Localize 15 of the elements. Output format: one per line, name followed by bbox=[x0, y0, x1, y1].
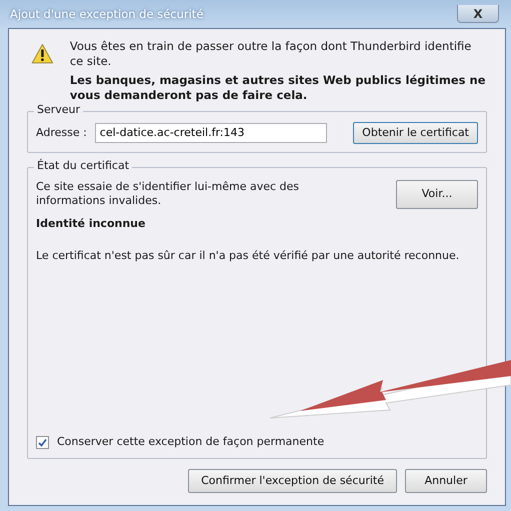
close-button[interactable]: X bbox=[457, 5, 499, 23]
confirm-button[interactable]: Confirmer l'exception de sécurité bbox=[188, 468, 397, 493]
window-title: Ajout d'une exception de sécurité bbox=[10, 6, 204, 22]
permanent-checkbox[interactable] bbox=[36, 436, 49, 450]
address-field[interactable]: cel-datice.ac-creteil.fr:143 bbox=[94, 122, 327, 144]
identity-title: Identité inconnue bbox=[36, 216, 146, 231]
warning-text: Les banques, magasins et autres sites Web publics légitimes ne vous demanderont pas de faire cela. bbox=[70, 72, 486, 103]
checkbox-label: Conserver cette exception de façon permanente bbox=[57, 435, 324, 450]
get-certificate-button[interactable]: Obtenir le certificat bbox=[353, 122, 478, 144]
message-text: Vous êtes en train de passer outre la façon dont Thunderbird identifie ce site. bbox=[70, 39, 472, 69]
cancel-button[interactable]: Annuler bbox=[405, 468, 487, 493]
certificate-description: Ce site essaie de s'identifier lui-même avec des informations invalides. bbox=[36, 180, 300, 209]
address-label: Adresse : bbox=[36, 126, 87, 140]
identity-detail: Le certificat n'est pas sûr car il n'a pas été vérifié par une autorité reconnue. bbox=[36, 248, 460, 264]
view-button[interactable]: Voir... bbox=[396, 180, 478, 209]
